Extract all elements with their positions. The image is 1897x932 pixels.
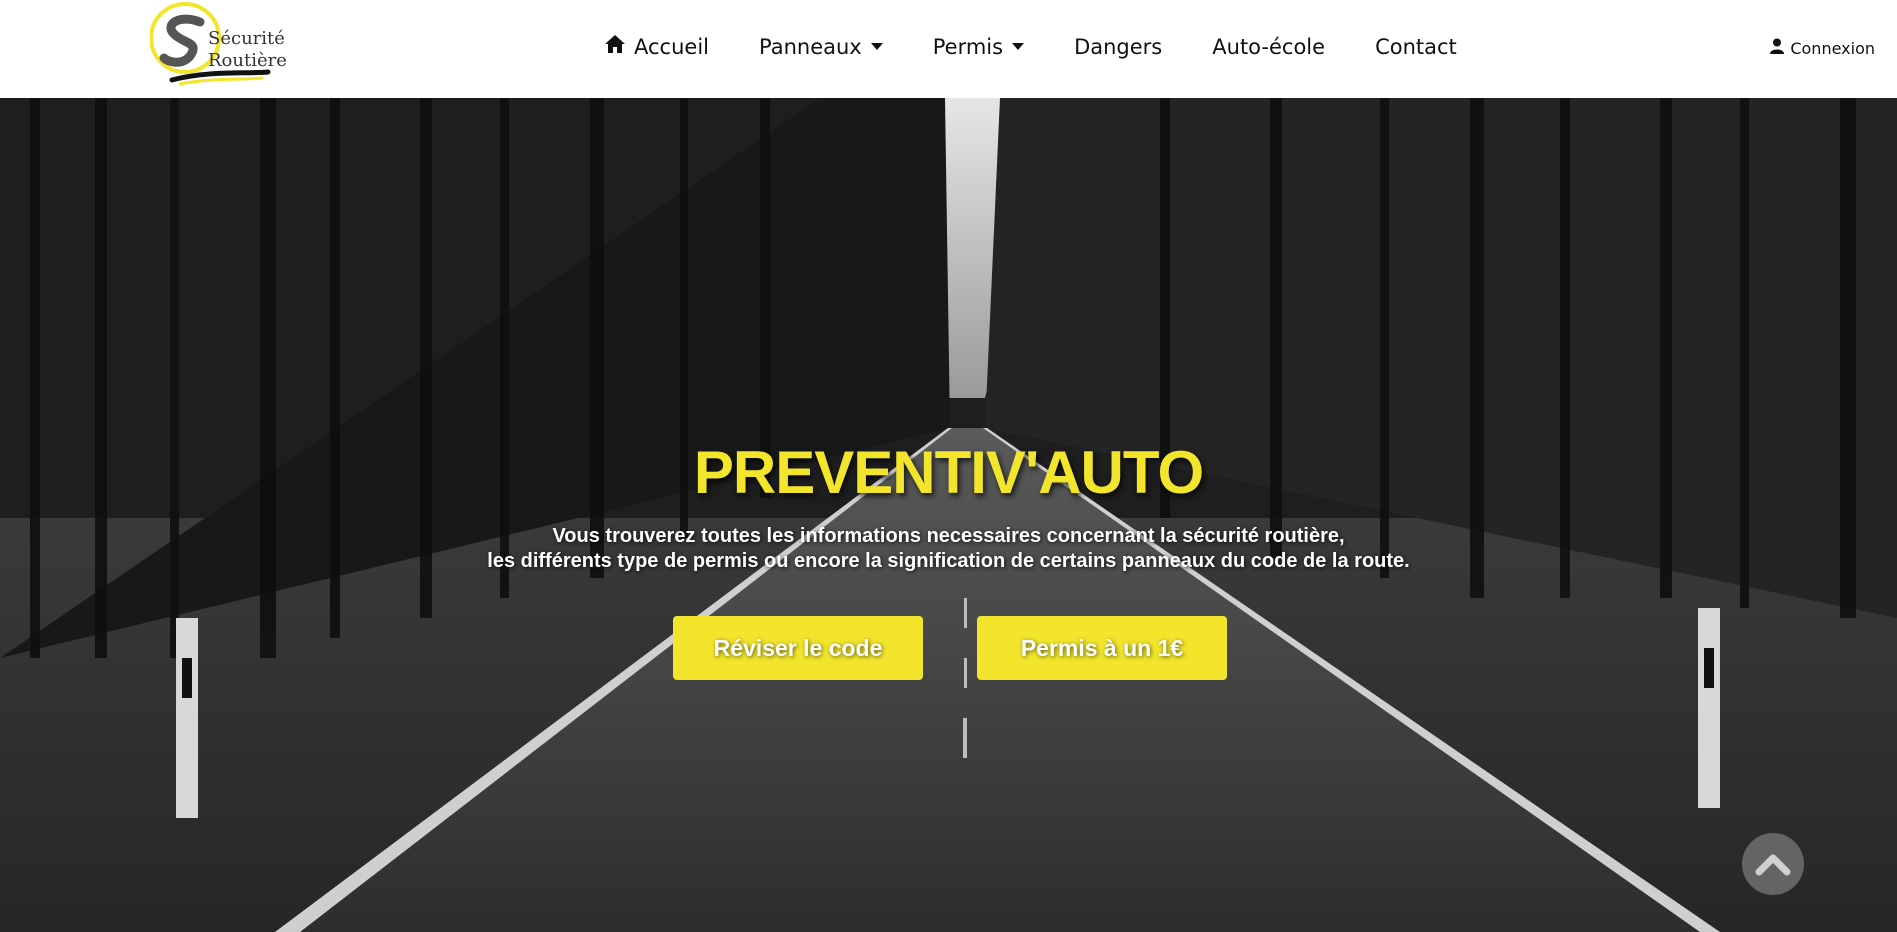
hero-section: PREVENTIV'AUTO Vous trouverez toutes les… (0, 98, 1897, 932)
reviser-code-button[interactable]: Réviser le code (673, 616, 923, 680)
nav-item-contact[interactable]: Contact (1375, 35, 1457, 59)
hero-background-image (0, 98, 1897, 932)
nav-item-label: Accueil (634, 34, 709, 59)
login-link[interactable]: Connexion (1770, 38, 1875, 58)
caret-down-icon (1012, 43, 1025, 50)
login-label: Connexion (1790, 38, 1875, 58)
caret-down-icon (870, 43, 883, 50)
nav-item-label: Permis (932, 34, 1004, 59)
permis-un-euro-button[interactable]: Permis à un 1€ (977, 616, 1227, 680)
user-icon (1770, 38, 1785, 58)
nav-item-panneaux[interactable]: Panneaux (759, 35, 883, 59)
nav-item-dangers[interactable]: Dangers (1074, 35, 1162, 59)
nav-item-permis[interactable]: Permis (932, 34, 1025, 59)
nav-item-label: Dangers (1074, 34, 1163, 59)
home-icon (604, 34, 626, 59)
logo-text-routiere: Routière (208, 50, 287, 71)
scroll-to-top-button[interactable] (1742, 833, 1804, 895)
hero-title: PREVENTIV'AUTO (693, 439, 1204, 506)
chevron-up-icon (1755, 854, 1791, 876)
nav-item-label: Contact (1375, 34, 1457, 59)
hero-subtitle-line1: Vous trouverez toutes les informations n… (552, 525, 1345, 547)
top-navbar: Sécurité Routière Accueil Panneaux Permi… (0, 0, 1897, 98)
hero-subtitle: Vous trouverez toutes les informations n… (0, 524, 1897, 574)
hero-subtitle-line2: les différents type de permis ou encore … (487, 550, 1410, 572)
nav-item-label: Panneaux (759, 34, 862, 59)
site-logo[interactable]: Sécurité Routière (150, 0, 290, 96)
nav-item-auto-ecole[interactable]: Auto-école (1212, 35, 1325, 59)
logo-text-securite: Sécurité (208, 28, 285, 49)
nav-item-accueil[interactable]: Accueil (604, 34, 709, 59)
main-nav: Accueil Panneaux Permis Dangers Auto-éco… (604, 34, 1457, 59)
nav-item-label: Auto-école (1212, 34, 1326, 59)
